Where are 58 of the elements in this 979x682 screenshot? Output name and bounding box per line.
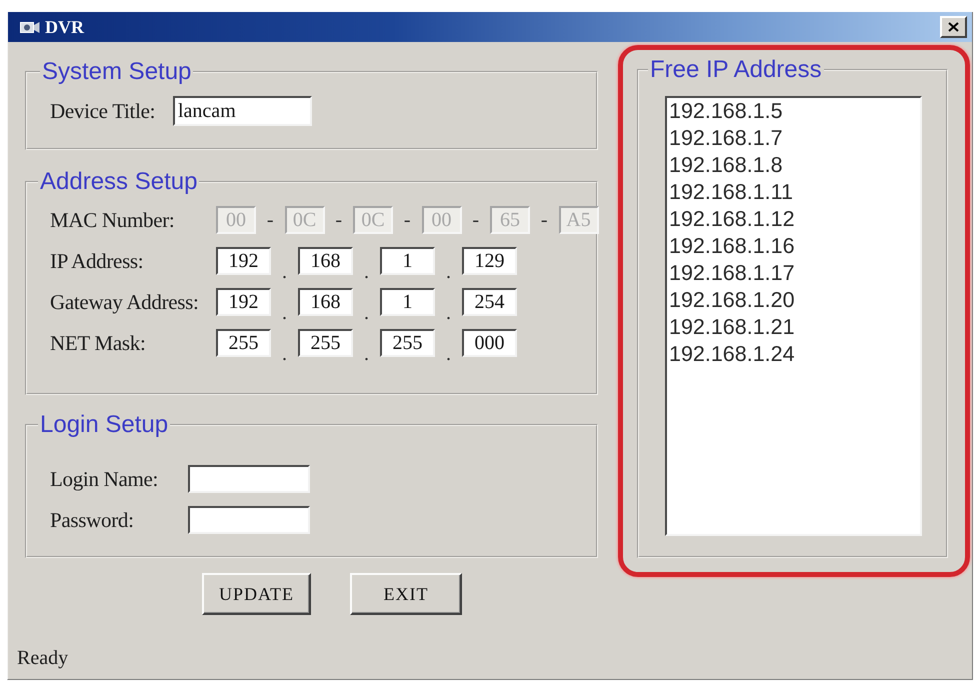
input-field[interactable]: 168: [298, 247, 353, 275]
field-separator: -: [471, 210, 480, 230]
input-field[interactable]: 1: [380, 288, 435, 316]
camera-icon: [20, 20, 40, 34]
list-item[interactable]: 192.168.1.8: [667, 152, 786, 179]
input-field[interactable]: [188, 506, 310, 534]
field-separator: .: [445, 303, 452, 323]
field-separator: .: [363, 303, 370, 323]
group-title: System Setup: [41, 60, 192, 84]
field-separator: .: [281, 344, 288, 364]
field-separator: .: [445, 344, 452, 364]
field-separator: .: [281, 262, 288, 282]
list-item[interactable]: 192.168.1.11: [667, 179, 796, 206]
window-title: DVR: [45, 16, 84, 38]
list-item[interactable]: 192.168.1.12: [667, 206, 798, 233]
status-text: Ready: [17, 646, 68, 670]
field-separator: .: [363, 262, 370, 282]
field-separator: -: [540, 210, 549, 230]
input-field[interactable]: 255: [216, 329, 271, 357]
list-item[interactable]: 192.168.1.24: [667, 341, 798, 368]
input-field[interactable]: 255: [380, 329, 435, 357]
push-button[interactable]: UPDATE: [202, 573, 311, 615]
field-separator: -: [266, 210, 275, 230]
group-title: Address Setup: [39, 170, 198, 194]
field-separator: -: [402, 210, 412, 230]
field-label: MAC Number:: [50, 208, 176, 232]
field-separator: .: [445, 262, 452, 282]
list-item[interactable]: 192.168.1.5: [667, 98, 786, 125]
input-field[interactable]: 254: [462, 288, 517, 316]
list-item[interactable]: 192.168.1.7: [667, 125, 786, 152]
list-item[interactable]: 192.168.1.21: [667, 314, 798, 341]
list-item[interactable]: 192.168.1.20: [667, 287, 798, 314]
input-field[interactable]: [188, 465, 310, 493]
field-label: Login Name:: [50, 466, 160, 492]
field-separator: -: [334, 210, 344, 230]
field-separator: .: [281, 303, 288, 323]
field-label: Device Title:: [50, 98, 156, 124]
group-title: Free IP Address: [649, 58, 823, 82]
input-field[interactable]: 192: [216, 288, 271, 316]
field-label: NET Mask:: [50, 330, 146, 356]
input-field[interactable]: 192: [216, 247, 271, 275]
input-field[interactable]: 129: [462, 247, 517, 275]
list-item[interactable]: 192.168.1.16: [667, 233, 798, 260]
group-title: Login Setup: [39, 413, 170, 437]
close-button[interactable]: [940, 16, 967, 38]
list-item[interactable]: 192.168.1.17: [667, 260, 798, 287]
input-field[interactable]: 1: [380, 247, 435, 275]
address-list[interactable]: 192.168.1.5 192.168.1.7 192.168.1.8 192.168.1.11 192.168.1.12 192.168.1.16 192.168.1.17 192.168.1.20 192.168.1.21 192.168.1.24: [665, 96, 922, 536]
input-field[interactable]: lancam: [173, 96, 312, 126]
field-label: Password:: [50, 508, 135, 532]
input-field[interactable]: 000: [462, 329, 517, 357]
field-label: Gateway Address:: [50, 290, 200, 314]
input-field[interactable]: 168: [298, 288, 353, 316]
field-separator: .: [363, 344, 370, 364]
field-label: IP Address:: [50, 248, 144, 274]
input-field[interactable]: 255: [298, 329, 353, 357]
close-icon: [948, 22, 959, 32]
push-button[interactable]: EXIT: [350, 573, 462, 615]
